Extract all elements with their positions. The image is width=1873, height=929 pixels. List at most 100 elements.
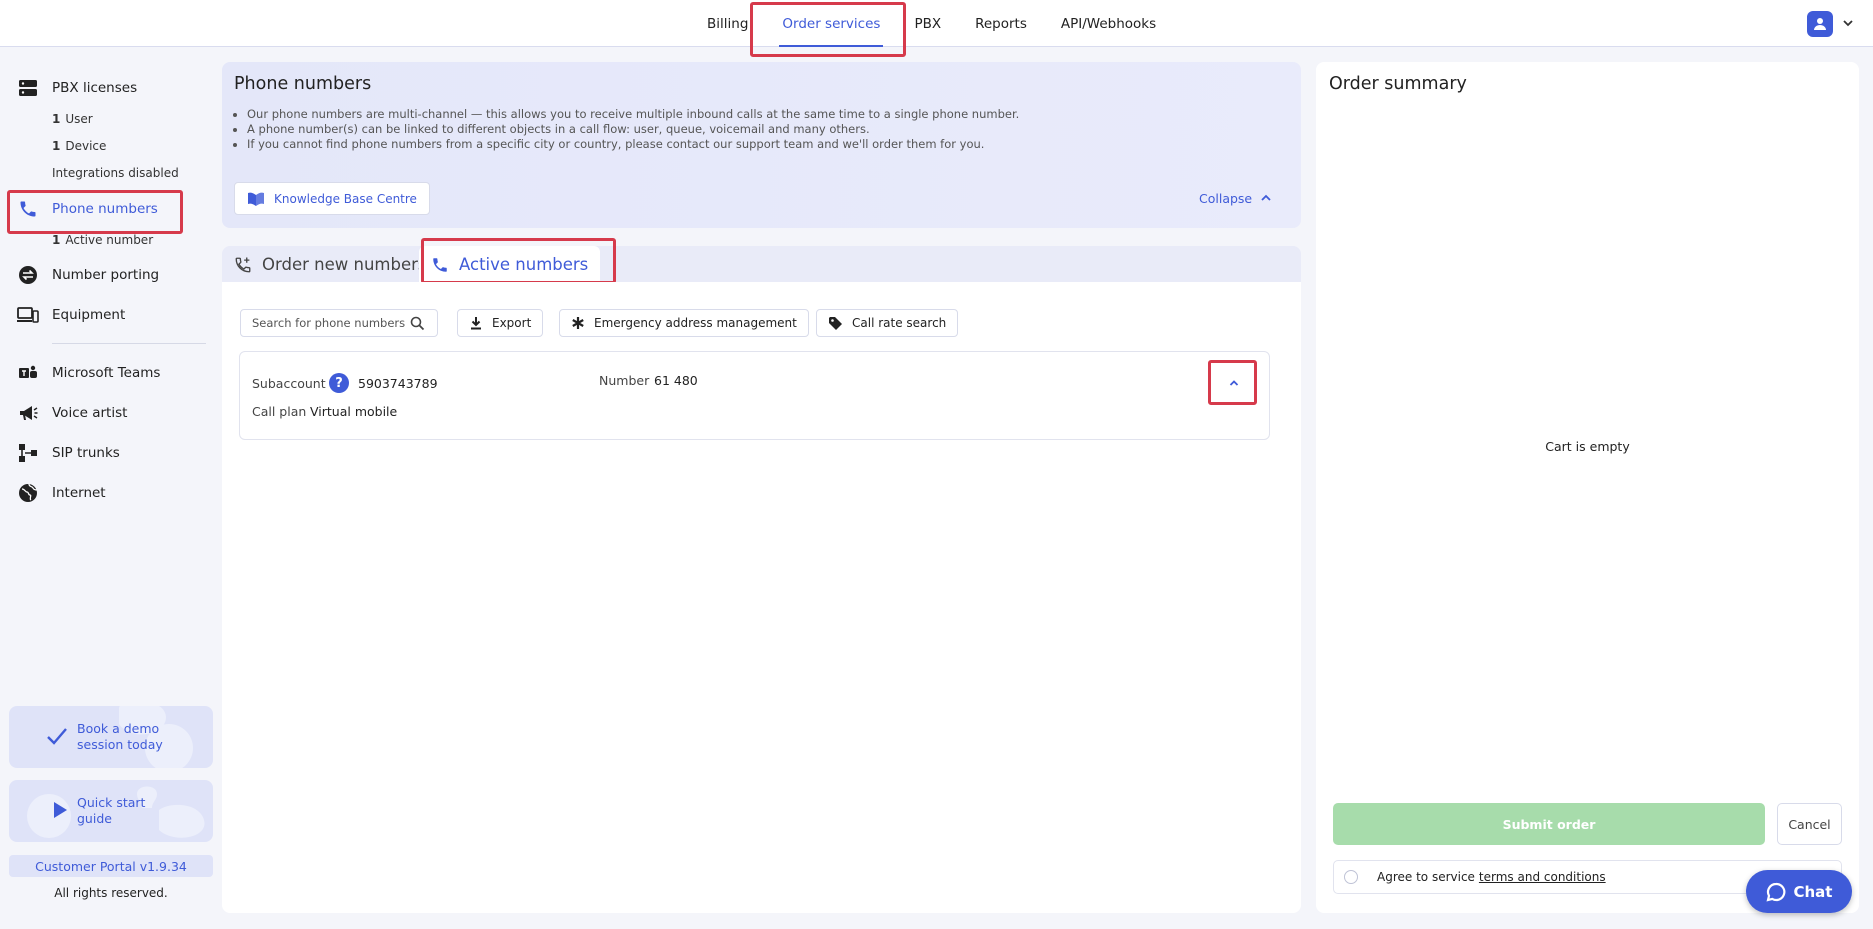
submit-order-button[interactable]: Submit order	[1333, 803, 1765, 845]
tab-label: Active numbers	[459, 255, 589, 274]
tab-label: Order new numbers	[262, 255, 427, 274]
top-bar: Billing Order services PBX Reports API/W…	[0, 0, 1873, 47]
sidebar-item-voice-artist[interactable]: Voice artist	[16, 399, 127, 427]
cart-empty-message: Cart is empty	[1545, 439, 1630, 454]
chevron-down-icon[interactable]	[1841, 16, 1855, 30]
globe-icon	[16, 481, 40, 505]
order-summary-title: Order summary	[1329, 74, 1467, 94]
subaccount-value: 5903743789	[358, 376, 438, 391]
subaccount-label: Subaccount	[252, 376, 326, 391]
download-icon	[471, 317, 481, 330]
search-input[interactable]	[252, 316, 407, 330]
chat-icon	[1766, 882, 1785, 902]
terms-link[interactable]: terms and conditions	[1479, 870, 1606, 884]
export-label: Export	[492, 316, 532, 330]
sidebar-item-label: Number porting	[52, 267, 160, 283]
play-icon	[54, 802, 67, 818]
version-badge[interactable]: Customer Portal v1.9.34	[9, 855, 213, 877]
sidebar-item-label: Internet	[52, 485, 106, 501]
info-bullets: Our phone numbers are multi-channel — th…	[247, 107, 1019, 152]
server-icon	[16, 76, 40, 100]
phone-numbers-info-panel: Phone numbers Our phone numbers are mult…	[222, 62, 1301, 228]
sidebar-item-internet[interactable]: Internet	[16, 479, 106, 507]
emergency-address-label: Emergency address management	[594, 316, 797, 330]
sidebar-sub-devices: 1 Device	[52, 139, 107, 153]
order-summary-panel: Order summary Cart is empty Submit order…	[1316, 62, 1859, 913]
info-bullet: Our phone numbers are multi-channel — th…	[247, 107, 1019, 122]
tab-reports[interactable]: Reports	[958, 0, 1044, 47]
terms-checkbox[interactable]	[1344, 870, 1358, 884]
active-numbers-panel: Export Emergency address management Call…	[222, 282, 1301, 913]
info-bullet: A phone number(s) can be linked to diffe…	[247, 122, 1019, 137]
cancel-button[interactable]: Cancel	[1777, 803, 1842, 845]
info-bullet: If you cannot find phone numbers from a …	[247, 137, 1019, 152]
top-navigation: Billing Order services PBX Reports API/W…	[690, 0, 1173, 47]
sidebar: PBX licenses 1 User 1 Device Integrations …	[0, 48, 220, 929]
number-value: 61 480	[654, 373, 698, 388]
sidebar-item-label: PBX licenses	[52, 80, 138, 96]
collapse-button[interactable]: Collapse	[1199, 188, 1272, 208]
user-menu-button[interactable]	[1807, 11, 1833, 37]
knowledge-base-button[interactable]: Knowledge Base Centre	[234, 182, 430, 215]
tab-active-numbers[interactable]: Active numbers	[419, 246, 601, 283]
chat-label: Chat	[1793, 882, 1833, 901]
megaphone-icon	[16, 401, 40, 425]
sidebar-item-label: Equipment	[52, 307, 126, 323]
sidebar-item-pbx-licenses[interactable]: PBX licenses	[16, 74, 137, 102]
number-card: Subaccount ? 5903743789 Number 61 480 Ca…	[239, 351, 1270, 440]
sidebar-item-label: Microsoft Teams	[52, 365, 161, 381]
tab-order-services[interactable]: Order services	[765, 0, 897, 47]
expand-toggle-button[interactable]	[1222, 371, 1246, 395]
sidebar-sub-integrations: Integrations disabled	[52, 166, 179, 180]
chevron-up-icon	[1261, 194, 1271, 201]
call-plan-label: Call plan	[252, 404, 307, 419]
sidebar-item-phone-numbers[interactable]: Phone numbers	[16, 195, 158, 223]
devices-icon	[16, 303, 40, 327]
phone-icon	[433, 257, 447, 272]
emergency-address-button[interactable]: Emergency address management	[559, 309, 809, 337]
export-button[interactable]: Export	[457, 309, 544, 337]
sidebar-item-number-porting[interactable]: Number porting	[16, 261, 159, 289]
sidebar-item-microsoft-teams[interactable]: Microsoft Teams	[16, 359, 160, 387]
phone-icon	[16, 197, 40, 221]
search-icon[interactable]	[410, 316, 425, 331]
sidebar-item-label: SIP trunks	[52, 445, 120, 461]
quick-start-card[interactable]: Quick start guide	[9, 780, 213, 842]
search-box	[240, 309, 438, 337]
terms-label: Agree to service	[1377, 870, 1475, 884]
sidebar-item-label: Voice artist	[52, 405, 128, 421]
book-icon	[248, 192, 264, 206]
knowledge-base-label: Knowledge Base Centre	[274, 191, 417, 206]
tab-api-webhooks[interactable]: API/Webhooks	[1044, 0, 1173, 47]
page-title: Phone numbers	[234, 74, 372, 94]
tab-billing[interactable]: Billing	[690, 0, 765, 47]
sidebar-item-label: Phone numbers	[52, 201, 158, 217]
sidebar-sub-users: 1 User	[52, 112, 93, 126]
tab-order-new-numbers[interactable]: Order new numbers	[234, 246, 426, 283]
call-plan-value: Virtual mobile	[310, 404, 398, 419]
book-demo-card[interactable]: Book a demo session today	[9, 706, 213, 768]
book-demo-text: Book a demo session today	[77, 721, 163, 752]
asterisk-icon	[572, 317, 584, 329]
sidebar-item-sip-trunks[interactable]: SIP trunks	[16, 439, 120, 467]
copyright-text: All rights reserved.	[54, 886, 168, 900]
quick-start-text: Quick start guide	[77, 795, 146, 826]
check-icon	[47, 728, 67, 745]
teams-icon	[16, 361, 40, 385]
help-icon[interactable]: ?	[329, 373, 349, 393]
call-rate-search-button[interactable]: Call rate search	[816, 309, 959, 337]
swap-icon	[16, 263, 40, 287]
numbers-tabs: Order new numbers Active numbers	[222, 246, 1301, 283]
sidebar-sub-active-numbers: 1 Active number	[52, 233, 154, 247]
chat-button[interactable]: Chat	[1746, 870, 1852, 913]
chevron-up-icon	[1229, 380, 1239, 386]
sidebar-item-equipment[interactable]: Equipment	[16, 301, 125, 329]
tab-pbx[interactable]: PBX	[897, 0, 958, 47]
number-label: Number	[599, 373, 650, 388]
call-rate-search-label: Call rate search	[852, 316, 947, 330]
phone-add-icon	[235, 257, 251, 272]
user-icon	[1814, 18, 1826, 30]
tag-icon	[829, 316, 842, 330]
sidebar-divider	[52, 343, 206, 344]
network-icon	[16, 441, 40, 465]
